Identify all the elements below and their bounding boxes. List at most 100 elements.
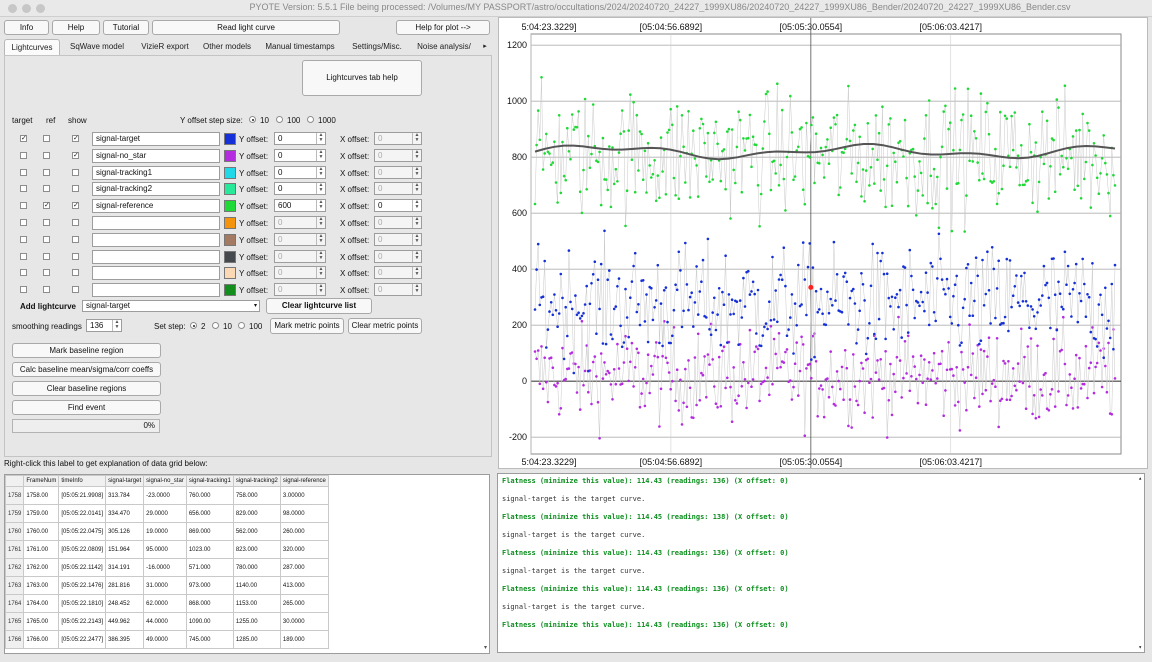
show-checkbox[interactable]: ✓ [72, 152, 79, 159]
xoffset-spinbox[interactable]: 0 ▲ ▼ [374, 132, 422, 145]
table-cell[interactable]: 1758.00 [23, 486, 60, 505]
target-checkbox[interactable] [20, 185, 27, 192]
row-header-cell[interactable]: 1759 [5, 504, 25, 523]
table-cell[interactable]: [05:05:22.1476] [58, 576, 107, 595]
curve-color-swatch[interactable] [224, 284, 236, 296]
clear-metric-points-button[interactable]: Clear metric points [348, 318, 422, 334]
lightcurve-plot[interactable]: -200 0 200 400 600 800 1000 1200 5:04:23.3229] 5:… [498, 17, 1148, 469]
spin-arrows-icon[interactable]: ▲ ▼ [412, 234, 421, 245]
find-event-button[interactable]: Find event [12, 400, 161, 415]
table-row[interactable]: 1766 1766.00 [05:05:22.2477] 386.395 49.0000… [5, 630, 329, 649]
table-cell[interactable]: 780.000 [232, 558, 281, 577]
row-header-cell[interactable]: 1760 [5, 522, 25, 541]
table-cell[interactable]: [05:05:22.1810] [58, 594, 107, 613]
curve-color-swatch[interactable] [224, 267, 236, 279]
target-checkbox[interactable] [20, 236, 27, 243]
tab-lightcurves[interactable]: Lightcurves [4, 39, 60, 56]
set-step-2-radio[interactable] [190, 322, 197, 329]
table-cell[interactable]: 1760.00 [23, 522, 60, 541]
table-cell[interactable]: 281.816 [105, 576, 145, 595]
yoffset-spinbox[interactable]: 0 ▲ ▼ [274, 250, 326, 263]
table-cell[interactable]: [05:05:22.0141] [58, 504, 107, 523]
set-step-100-radio[interactable] [238, 322, 245, 329]
step-10-radio[interactable] [249, 116, 256, 123]
table-cell[interactable]: 29.0000 [143, 504, 187, 523]
show-checkbox[interactable]: ✓ [72, 135, 79, 142]
table-cell[interactable]: 758.000 [232, 486, 281, 505]
table-cell[interactable]: 265.000 [279, 594, 329, 613]
tab-other-models[interactable]: Other models [198, 39, 256, 55]
table-row[interactable]: 1761 1761.00 [05:05:22.0809] 151.964 95.0000… [5, 540, 329, 559]
table-cell[interactable]: 760.000 [185, 486, 234, 505]
curve-color-swatch[interactable] [224, 251, 236, 263]
table-cell[interactable]: -16.0000 [143, 558, 187, 577]
row-header-cell[interactable]: 1761 [5, 540, 25, 559]
ref-checkbox[interactable] [43, 253, 50, 260]
target-checkbox[interactable] [20, 269, 27, 276]
row-header-cell[interactable]: 1762 [5, 558, 25, 577]
table-cell[interactable]: 248.452 [105, 594, 145, 613]
table-cell[interactable]: 869.000 [185, 522, 234, 541]
table-cell[interactable]: 62.0000 [143, 594, 187, 613]
ref-checkbox[interactable] [43, 152, 50, 159]
table-cell[interactable]: 1140.00 [232, 576, 281, 595]
spin-arrows-icon[interactable]: ▲ ▼ [412, 167, 421, 178]
table-cell[interactable]: 1762.00 [23, 558, 60, 577]
yoffset-spinbox[interactable]: 0 ▲ ▼ [274, 132, 326, 145]
curve-name-field[interactable]: signal-tracking1 [92, 166, 220, 180]
zoom-window-icon[interactable] [36, 4, 45, 13]
curve-name-field[interactable] [92, 233, 220, 247]
spin-arrows-icon[interactable]: ▲ ▼ [412, 267, 421, 278]
curve-name-field[interactable] [92, 266, 220, 280]
xoffset-spinbox[interactable]: 0 ▲ ▼ [374, 216, 422, 229]
show-checkbox[interactable] [72, 253, 79, 260]
table-cell[interactable]: 868.000 [185, 594, 234, 613]
yoffset-spinbox[interactable]: 0 ▲ ▼ [274, 216, 326, 229]
yoffset-spinbox[interactable]: 0 ▲ ▼ [274, 182, 326, 195]
lightcurves-tab-help-button[interactable]: Lightcurves tab help [302, 60, 422, 96]
ref-checkbox[interactable] [43, 185, 50, 192]
spin-arrows-icon[interactable]: ▲ ▼ [316, 133, 325, 144]
xoffset-spinbox[interactable]: 0 ▲ ▼ [374, 182, 422, 195]
row-header-cell[interactable]: 1758 [5, 486, 25, 505]
minimize-window-icon[interactable] [22, 4, 31, 13]
step-1000-radio[interactable] [307, 116, 314, 123]
table-cell[interactable]: 1766.00 [23, 630, 60, 649]
step-100-radio[interactable] [276, 116, 283, 123]
curve-color-swatch[interactable] [224, 183, 236, 195]
table-cell[interactable]: 829.000 [232, 504, 281, 523]
table-cell[interactable]: 151.964 [105, 540, 145, 559]
grid-column-header[interactable]: signal-tracking1 [185, 475, 234, 487]
curve-color-swatch[interactable] [224, 133, 236, 145]
table-cell[interactable]: 1285.00 [232, 630, 281, 649]
log-scroll-down-icon[interactable]: ▾ [1138, 644, 1142, 651]
xoffset-spinbox[interactable]: 0 ▲ ▼ [374, 149, 422, 162]
table-cell[interactable]: 449.962 [105, 612, 145, 631]
read-light-curve-button[interactable]: Read light curve [152, 20, 340, 35]
xoffset-spinbox[interactable]: 0 ▲ ▼ [374, 233, 422, 246]
spin-arrows-icon[interactable]: ▲ ▼ [316, 167, 325, 178]
xoffset-spinbox[interactable]: 0 ▲ ▼ [374, 266, 422, 279]
curve-color-swatch[interactable] [224, 217, 236, 229]
table-cell[interactable]: 314.191 [105, 558, 145, 577]
grid-column-header[interactable]: signal-target [105, 475, 145, 487]
curve-name-field[interactable]: signal-target [92, 132, 220, 146]
row-header-cell[interactable]: 1765 [5, 612, 25, 631]
table-cell[interactable]: 287.000 [279, 558, 329, 577]
spin-arrows-icon[interactable]: ▲ ▼ [412, 183, 421, 194]
table-cell[interactable]: 1765.00 [23, 612, 60, 631]
close-window-icon[interactable] [8, 4, 17, 13]
spin-arrows-icon[interactable]: ▲ ▼ [412, 251, 421, 262]
spin-arrows-icon[interactable]: ▲ ▼ [412, 217, 421, 228]
curve-name-field[interactable]: signal-reference [92, 199, 220, 213]
yoffset-spinbox[interactable]: 0 ▲ ▼ [274, 166, 326, 179]
table-cell[interactable]: 386.395 [105, 630, 145, 649]
log-scroll-up-icon[interactable]: ▴ [1138, 475, 1142, 482]
ref-checkbox[interactable] [43, 286, 50, 293]
table-cell[interactable]: 1761.00 [23, 540, 60, 559]
plot-canvas[interactable]: -200 0 200 400 600 800 1000 1200 5:04:23.3229] 5:… [499, 18, 1147, 468]
target-checkbox[interactable] [20, 253, 27, 260]
table-cell[interactable]: [05:05:22.0475] [58, 522, 107, 541]
table-row[interactable]: 1758 1758.00 [05:05:21.9908] 313.784 -23.000… [5, 486, 329, 505]
tutorial-button[interactable]: Tutorial [103, 20, 149, 35]
